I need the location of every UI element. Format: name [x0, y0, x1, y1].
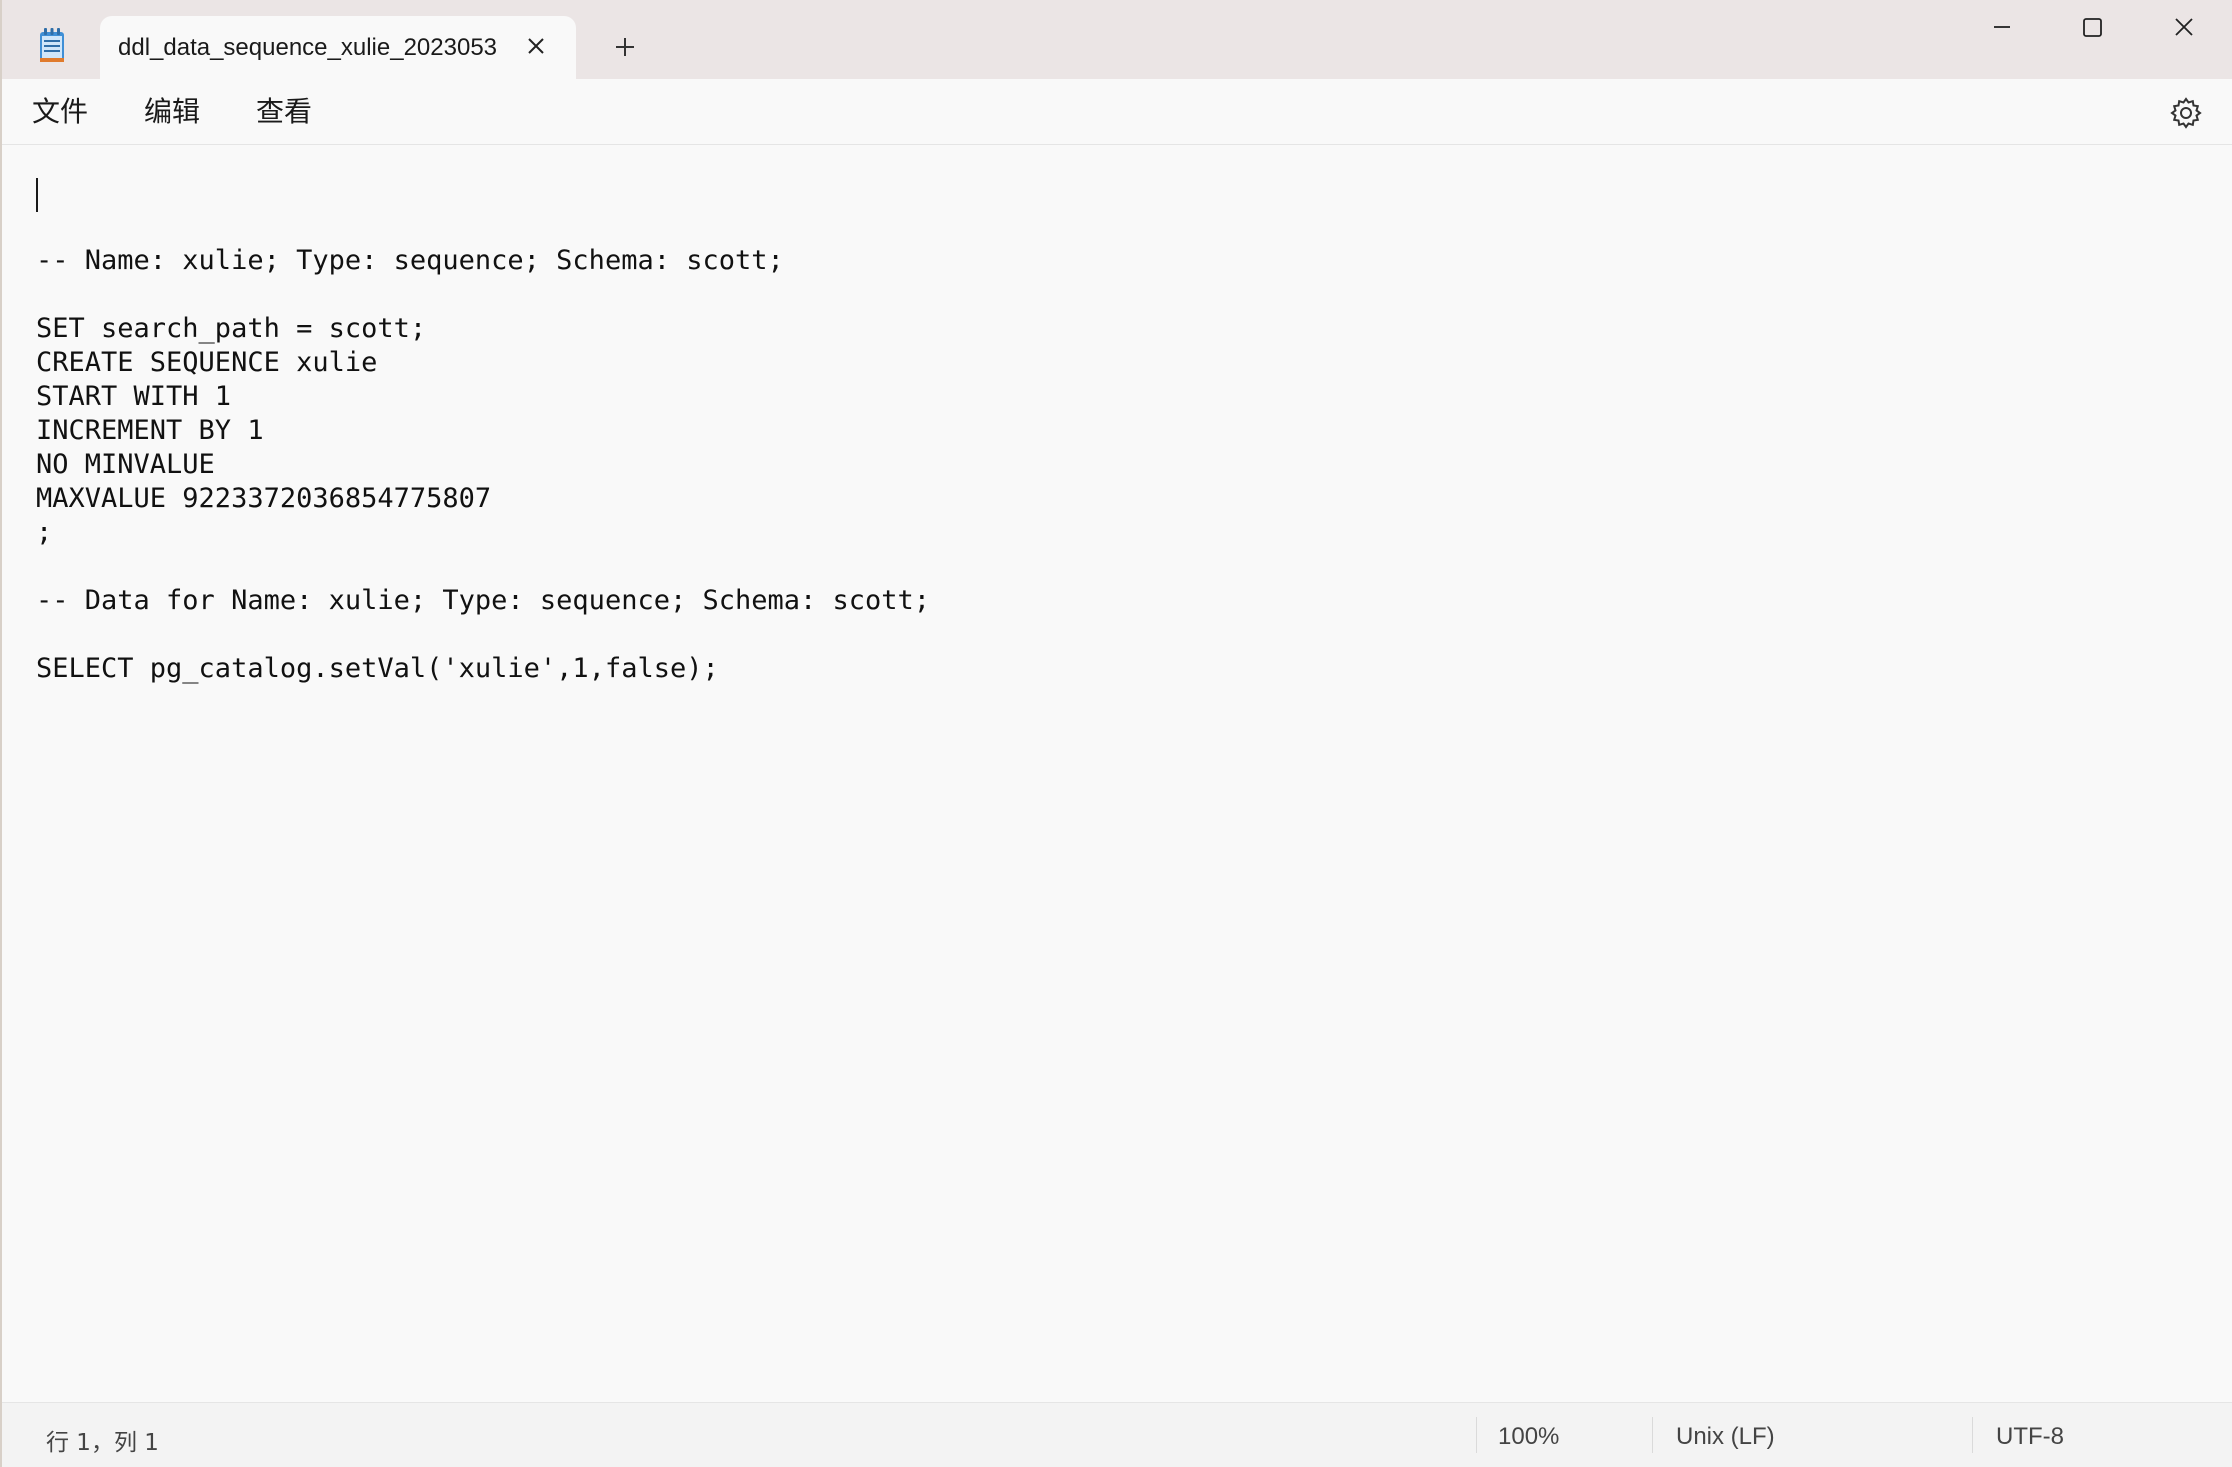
status-bar: 行 1，列 1 100% Unix (LF) UTF-8 [2, 1402, 2232, 1467]
editor-text: -- Name: xulie; Type: sequence; Schema: … [36, 176, 930, 686]
tab-title: ddl_data_sequence_xulie_2023053 [118, 34, 498, 61]
editor-line: SELECT pg_catalog.setVal('xulie',1,false… [36, 653, 719, 684]
plus-icon[interactable] [608, 30, 642, 64]
zoom-level[interactable]: 100% [1498, 1423, 1559, 1451]
title-bar: ddl_data_sequence_xulie_2023053 [2, 0, 2232, 79]
maximize-icon[interactable] [2062, 8, 2122, 52]
text-editor[interactable]: -- Name: xulie; Type: sequence; Schema: … [2, 146, 2232, 1402]
close-icon[interactable] [2154, 8, 2214, 52]
document-tab[interactable]: ddl_data_sequence_xulie_2023053 [100, 16, 576, 79]
menu-bar: 文件 编辑 查看 [2, 79, 2232, 145]
close-icon[interactable] [520, 30, 552, 62]
notepad-window: ddl_data_sequence_xulie_2023053 文件 编辑 查看… [0, 0, 2232, 1467]
notepad-icon [38, 28, 66, 64]
editor-line: MAXVALUE 9223372036854775807 [36, 483, 492, 514]
menu-file[interactable]: 文件 [32, 93, 88, 131]
minimize-icon[interactable] [1972, 8, 2032, 52]
menu-view[interactable]: 查看 [256, 93, 312, 131]
editor-line: CREATE SEQUENCE xulie [36, 347, 378, 378]
editor-line: -- Name: xulie; Type: sequence; Schema: … [36, 245, 784, 276]
status-divider [1476, 1417, 1477, 1453]
status-divider [1652, 1417, 1653, 1453]
status-divider [1972, 1417, 1973, 1453]
cursor-position: 行 1，列 1 [46, 1430, 159, 1456]
menu-edit[interactable]: 编辑 [144, 93, 200, 131]
line-ending[interactable]: Unix (LF) [1676, 1423, 1775, 1451]
editor-line: SET search_path = scott; [36, 313, 427, 344]
encoding[interactable]: UTF-8 [1996, 1423, 2064, 1451]
gear-icon[interactable] [2166, 93, 2206, 133]
editor-line: ; [36, 517, 53, 548]
editor-line: -- Data for Name: xulie; Type: sequence;… [36, 585, 931, 616]
editor-line: NO MINVALUE [36, 449, 215, 480]
editor-line: START WITH 1 [36, 381, 232, 412]
editor-line: INCREMENT BY 1 [36, 415, 264, 446]
